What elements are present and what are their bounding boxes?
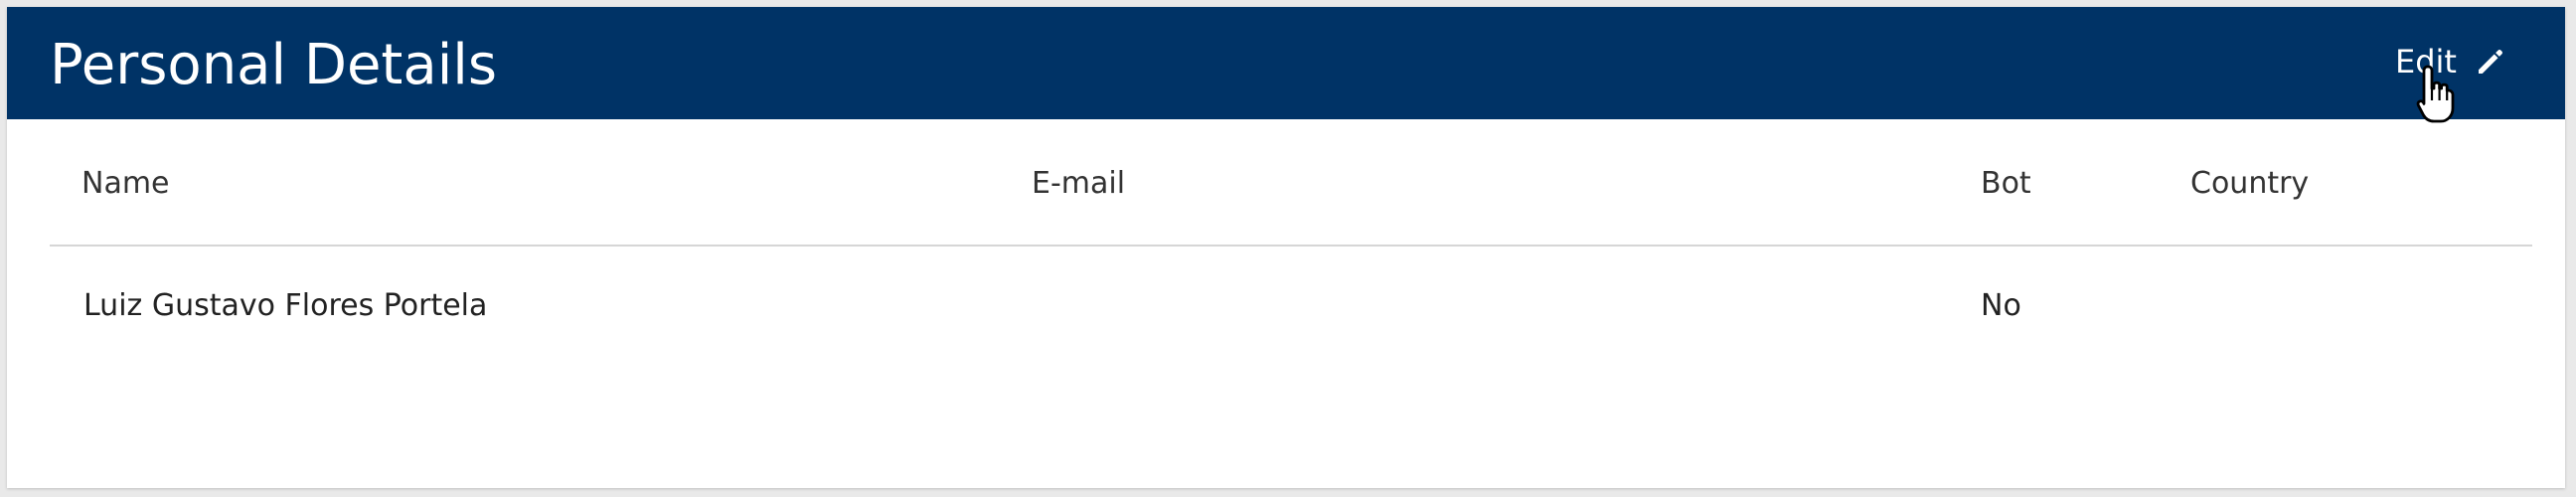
cell-bot: No	[1981, 288, 2021, 323]
personal-details-card: Personal Details Edit Name E-mail Bot Co…	[7, 7, 2565, 488]
pencil-icon	[2478, 50, 2502, 74]
column-header-email: E-mail	[1032, 166, 1126, 201]
card-title: Personal Details	[50, 33, 497, 97]
column-header-name: Name	[81, 166, 170, 201]
pointer-cursor-icon	[2416, 65, 2455, 123]
cell-name: Luiz Gustavo Flores Portela	[83, 288, 488, 323]
header-divider	[50, 245, 2532, 247]
column-header-country: Country	[2190, 166, 2310, 201]
details-table: Name E-mail Bot Country Luiz Gustavo Flo…	[50, 119, 2532, 358]
card-header: Personal Details Edit	[7, 7, 2565, 119]
column-header-bot: Bot	[1981, 166, 2031, 201]
